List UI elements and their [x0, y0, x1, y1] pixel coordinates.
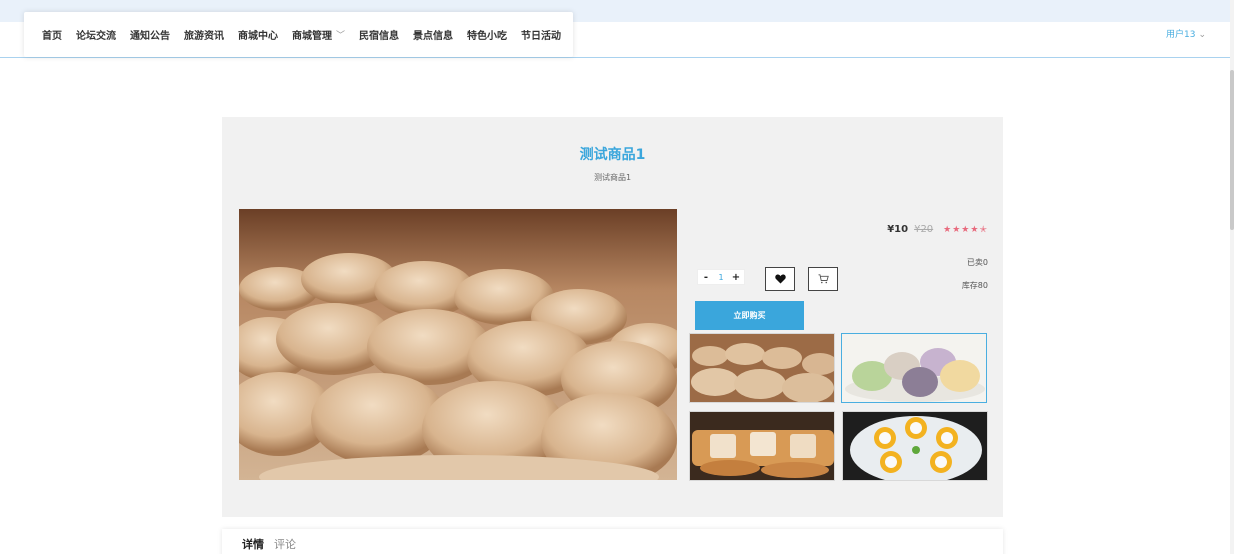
nav-item-snacks[interactable]: 特色小吃	[467, 27, 507, 42]
favorite-button[interactable]	[765, 267, 795, 291]
user-menu[interactable]: 用户13 ⌄	[1166, 27, 1206, 40]
nav-item-festivals[interactable]: 节日活动	[521, 27, 561, 42]
thumbnail-1[interactable]	[689, 333, 835, 403]
quantity-value[interactable]: 1	[714, 273, 728, 282]
sold-count: 已卖0	[966, 258, 988, 267]
decrease-button[interactable]: -	[698, 272, 714, 283]
scrollbar[interactable]	[1230, 0, 1234, 554]
nav-label: 旅游资讯	[184, 31, 224, 42]
cart-icon	[818, 274, 829, 284]
username: 用户13	[1166, 30, 1196, 40]
quantity-stepper: - 1 +	[697, 269, 745, 285]
thumbnail-rice-cakes	[690, 412, 834, 480]
product-title: 测试商品1	[579, 147, 646, 163]
thumbnail-mochi	[842, 334, 986, 402]
current-price: ¥10	[887, 224, 909, 235]
nav-label: 论坛交流	[76, 31, 116, 42]
scrollbar-thumb[interactable]	[1230, 70, 1234, 230]
nav-label: 首页	[42, 31, 62, 42]
nav-label: 民宿信息	[359, 31, 400, 42]
nav-label: 商城管理	[292, 31, 332, 42]
thumbnail-rice-balls	[690, 334, 834, 402]
rating-stars: ★★★★✭	[943, 224, 988, 235]
chevron-down-icon: ﹀	[336, 31, 346, 41]
chevron-down-icon: ⌄	[1198, 30, 1206, 40]
half-star-icon: ✭	[979, 224, 988, 235]
tab-comments[interactable]: 评论	[274, 536, 296, 552]
product-main-image	[239, 209, 677, 480]
stock-count: 库存80	[961, 281, 988, 290]
product-panel: 测试商品1 测试商品1 ¥10 ¥20 ★★★★✭ 已卖0 库存80 - 1 +…	[222, 117, 1003, 517]
thumbnail-2[interactable]	[841, 333, 987, 403]
product-subtitle: 测试商品1	[593, 173, 632, 182]
price-row: ¥10 ¥20 ★★★★✭	[887, 224, 988, 235]
nav-item-home[interactable]: 首页	[42, 27, 62, 42]
add-to-cart-button[interactable]	[808, 267, 838, 291]
nav-label: 节日活动	[521, 31, 562, 42]
nav-item-mall-admin[interactable]: 商城管理 ﹀	[292, 27, 345, 42]
heart-icon	[774, 274, 786, 284]
nav-item-homestays[interactable]: 民宿信息	[359, 27, 399, 42]
nav-label: 景点信息	[413, 31, 454, 42]
thumbnail-egg-dessert	[843, 412, 987, 480]
original-price: ¥20	[914, 224, 934, 235]
header-divider	[0, 57, 1230, 58]
buy-now-button[interactable]: 立即购买	[695, 301, 804, 330]
detail-tabs: 详情 评论	[222, 529, 1003, 554]
glutinous-rice-balls-photo	[239, 209, 677, 480]
nav-label: 商城中心	[238, 31, 278, 42]
increase-button[interactable]: +	[728, 272, 744, 283]
main-nav: 首页 论坛交流 通知公告 旅游资讯 商城中心 商城管理 ﹀ 民宿信息 景点信息 特…	[24, 12, 573, 57]
nav-item-notices[interactable]: 通知公告	[130, 27, 170, 42]
nav-item-attractions[interactable]: 景点信息	[413, 27, 453, 42]
nav-label: 特色小吃	[467, 31, 508, 42]
thumbnail-4[interactable]	[842, 411, 988, 481]
nav-item-travel-news[interactable]: 旅游资讯	[184, 27, 224, 42]
nav-item-mall-center[interactable]: 商城中心	[238, 27, 278, 42]
nav-label: 通知公告	[130, 31, 170, 42]
thumbnail-3[interactable]	[689, 411, 835, 481]
tab-details[interactable]: 详情	[242, 536, 264, 552]
nav-item-forum[interactable]: 论坛交流	[76, 27, 116, 42]
